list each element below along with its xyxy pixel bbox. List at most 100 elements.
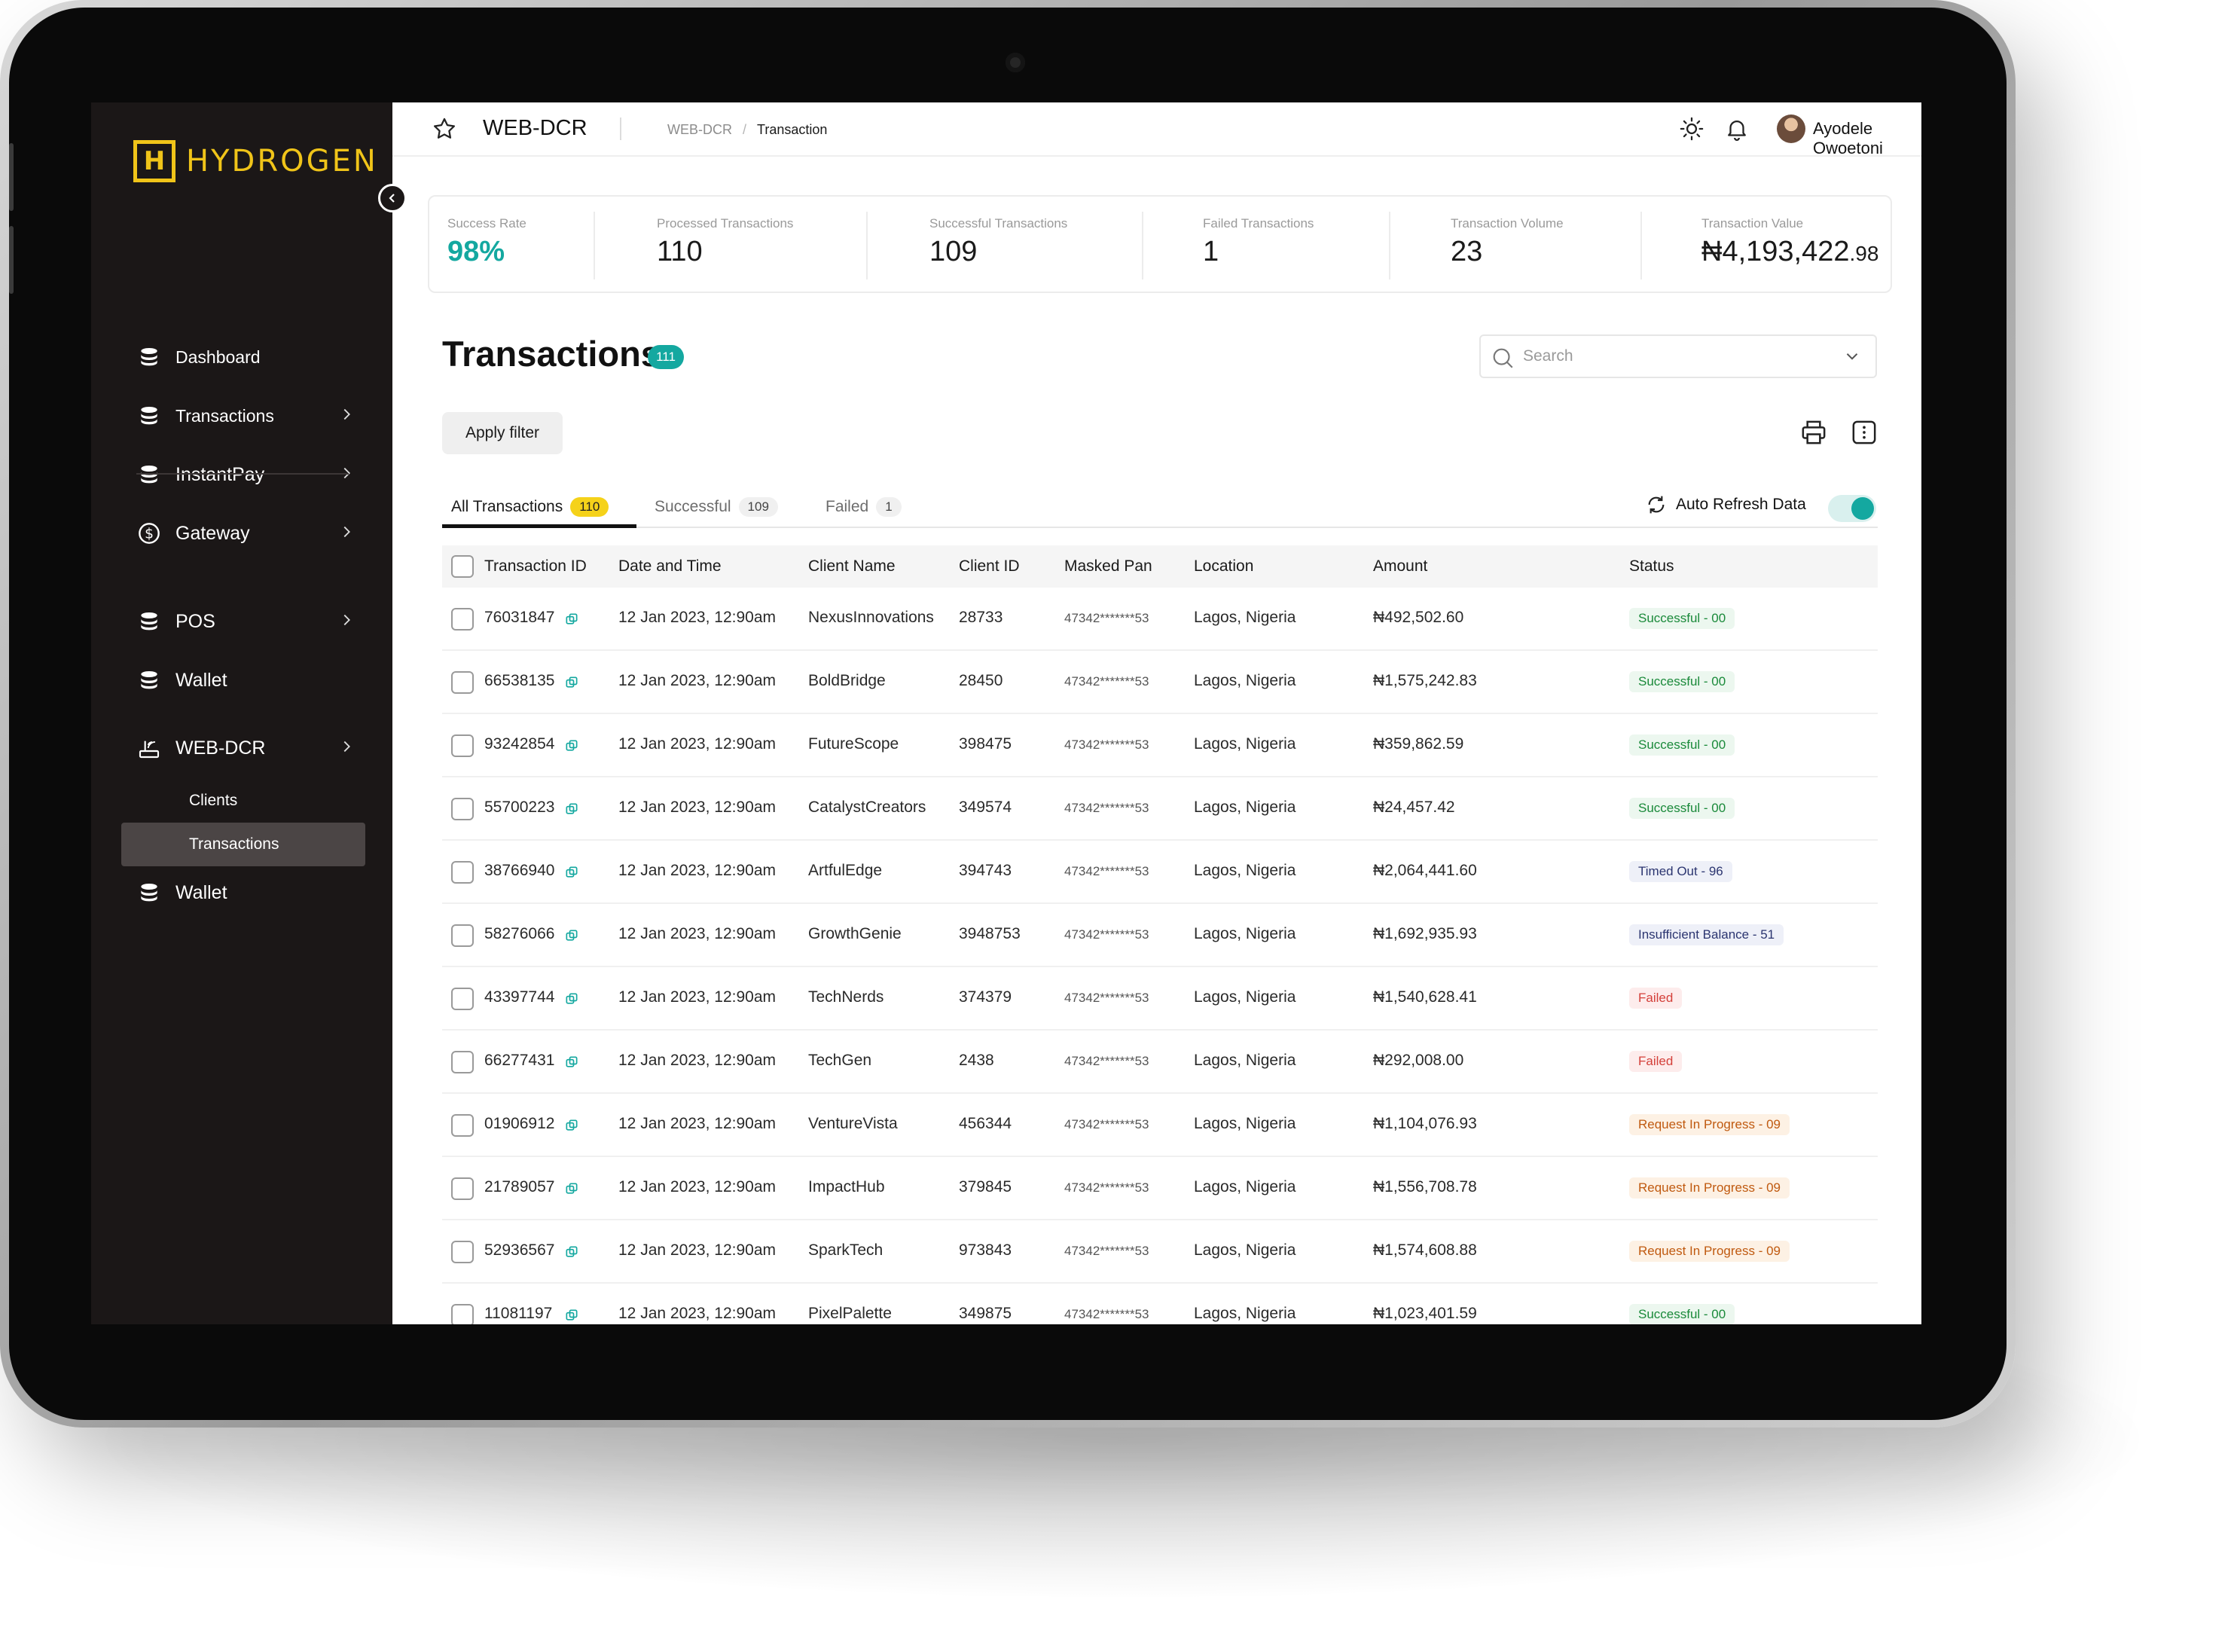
chevron-down-icon[interactable] <box>1842 347 1862 366</box>
tab-successful[interactable]: Successful 109 <box>655 488 778 526</box>
date-time: 12 Jan 2023, 12:90am <box>618 988 776 1006</box>
printer-icon[interactable] <box>1799 417 1829 447</box>
tab-count-badge: 110 <box>570 497 609 517</box>
table-row[interactable]: 01906912 12 Jan 2023, 12:90am VentureVista… <box>442 1094 1878 1157</box>
coins-stack-icon <box>136 667 162 693</box>
copy-link-icon[interactable] <box>564 738 579 757</box>
sidebar-item-transactions[interactable]: Transactions <box>136 397 355 435</box>
row-checkbox[interactable] <box>451 1304 474 1324</box>
column-header-date-and-time[interactable]: Date and Time <box>618 557 722 576</box>
column-header-client-id[interactable]: Client ID <box>959 557 1020 576</box>
tab-all-transactions[interactable]: All Transactions 110 <box>451 488 609 526</box>
sidebar-item-pos[interactable]: POS <box>136 603 355 640</box>
column-header-transaction-id[interactable]: Transaction ID <box>484 557 587 576</box>
sidebar-subitem-clients[interactable]: Clients <box>121 779 365 823</box>
topbar: WEB-DCR WEB-DCR / Transaction Ayodele Ow… <box>392 102 1921 157</box>
sidebar-item-gateway[interactable]: $ Gateway <box>136 515 355 552</box>
transaction-id: 58276066 <box>484 925 555 942</box>
table-row[interactable]: 55700223 12 Jan 2023, 12:90am CatalystCrea… <box>442 777 1878 841</box>
client-id: 973843 <box>959 1241 1012 1259</box>
table-row[interactable]: 66538135 12 Jan 2023, 12:90am BoldBridge 28… <box>442 651 1878 714</box>
select-all-checkbox[interactable] <box>451 555 474 578</box>
table-row[interactable]: 58276066 12 Jan 2023, 12:90am GrowthGenie 3… <box>442 904 1878 967</box>
location: Lagos, Nigeria <box>1194 672 1296 689</box>
brand-logo[interactable]: H HYDROGEN <box>133 140 378 182</box>
table-row[interactable]: 76031847 12 Jan 2023, 12:90am NexusInnovat… <box>442 588 1878 651</box>
copy-link-icon[interactable] <box>564 865 579 884</box>
bell-icon[interactable] <box>1724 116 1750 142</box>
row-checkbox[interactable] <box>451 1177 474 1200</box>
row-checkbox[interactable] <box>451 1051 474 1073</box>
date-time: 12 Jan 2023, 12:90am <box>618 799 776 816</box>
date-time: 12 Jan 2023, 12:90am <box>618 862 776 879</box>
sidebar-subitem-transactions[interactable]: Transactions <box>121 823 365 866</box>
sidebar-item-wallet[interactable]: Wallet <box>136 661 355 699</box>
client-id: 28450 <box>959 672 1003 689</box>
row-checkbox[interactable] <box>451 734 474 757</box>
stat-label: Success Rate <box>447 216 526 231</box>
sidebar-item-instantpay[interactable]: InstantPay <box>136 456 355 493</box>
avatar[interactable] <box>1777 115 1805 143</box>
sidebar-item-web-dcr[interactable]: WEB-DCR <box>136 729 355 767</box>
row-checkbox[interactable] <box>451 1114 474 1137</box>
copy-link-icon[interactable] <box>564 928 579 947</box>
table-row[interactable]: 38766940 12 Jan 2023, 12:90am ArtfulEdge 39… <box>442 841 1878 904</box>
copy-link-icon[interactable] <box>564 802 579 820</box>
volume-button <box>9 143 14 211</box>
auto-refresh-toggle[interactable] <box>1828 495 1876 522</box>
sidebar-collapse-button[interactable] <box>378 184 407 212</box>
location: Lagos, Nigeria <box>1194 988 1296 1006</box>
table-row[interactable]: 21789057 12 Jan 2023, 12:90am ImpactHub 379… <box>442 1157 1878 1220</box>
copy-link-icon[interactable] <box>564 1118 579 1137</box>
row-checkbox[interactable] <box>451 861 474 884</box>
search-input[interactable] <box>1523 347 1824 365</box>
copy-link-icon[interactable] <box>564 675 579 694</box>
toggle-knob <box>1851 497 1874 520</box>
column-header-masked-pan[interactable]: Masked Pan <box>1064 557 1152 576</box>
copy-link-icon[interactable] <box>564 991 579 1010</box>
column-header-status[interactable]: Status <box>1629 557 1674 576</box>
client-id: 398475 <box>959 735 1012 753</box>
nav-divider <box>136 473 349 475</box>
column-header-client-name[interactable]: Client Name <box>808 557 896 576</box>
row-checkbox[interactable] <box>451 988 474 1010</box>
table-row[interactable]: 43397744 12 Jan 2023, 12:90am TechNerds 374… <box>442 967 1878 1031</box>
row-checkbox[interactable] <box>451 608 474 631</box>
row-checkbox[interactable] <box>451 671 474 694</box>
coins-stack-icon <box>136 462 162 487</box>
logo-mark-icon: H <box>133 140 175 182</box>
user-name[interactable]: Ayodele Owoetoni <box>1813 119 1921 158</box>
table-row[interactable]: 93242854 12 Jan 2023, 12:90am FutureScope 3… <box>442 714 1878 777</box>
copy-link-icon[interactable] <box>564 1308 579 1324</box>
apply-filter-button[interactable]: Apply filter <box>442 412 563 454</box>
breadcrumb-item-web-dcr[interactable]: WEB-DCR <box>667 122 732 138</box>
masked-pan: 47342*******53 <box>1064 1180 1149 1195</box>
sidebar-item-dashboard[interactable]: Dashboard <box>136 338 355 376</box>
status-badge: Request In Progress - 09 <box>1629 1114 1790 1135</box>
more-options-icon[interactable] <box>1849 417 1879 447</box>
client-name: CatalystCreators <box>808 799 926 816</box>
client-id: 349875 <box>959 1305 1012 1322</box>
column-header-amount[interactable]: Amount <box>1373 557 1427 576</box>
table-row[interactable]: 66277431 12 Jan 2023, 12:90am TechGen 2438 4… <box>442 1031 1878 1094</box>
row-checkbox[interactable] <box>451 1241 474 1263</box>
copy-link-icon[interactable] <box>564 1181 579 1200</box>
sidebar-item-wallet-secondary[interactable]: Wallet <box>136 874 355 912</box>
table-row[interactable]: 52936567 12 Jan 2023, 12:90am SparkTech 973… <box>442 1220 1878 1284</box>
copy-link-icon[interactable] <box>564 612 579 631</box>
tab-failed[interactable]: Failed 1 <box>826 488 902 526</box>
coins-stack-icon <box>136 880 162 905</box>
sun-icon[interactable] <box>1679 116 1704 142</box>
column-header-location[interactable]: Location <box>1194 557 1253 576</box>
table-row[interactable]: 11081197 12 Jan 2023, 12:90am PixelPalette… <box>442 1284 1878 1324</box>
active-tab-indicator <box>442 524 636 528</box>
copy-link-icon[interactable] <box>564 1244 579 1263</box>
router-icon <box>136 735 162 761</box>
row-checkbox[interactable] <box>451 798 474 820</box>
row-checkbox[interactable] <box>451 924 474 947</box>
star-icon[interactable] <box>432 116 457 142</box>
date-time: 12 Jan 2023, 12:90am <box>618 609 776 626</box>
transaction-id: 52936567 <box>484 1241 555 1259</box>
auto-refresh-control[interactable]: Auto Refresh Data <box>1644 493 1806 517</box>
copy-link-icon[interactable] <box>564 1055 579 1073</box>
